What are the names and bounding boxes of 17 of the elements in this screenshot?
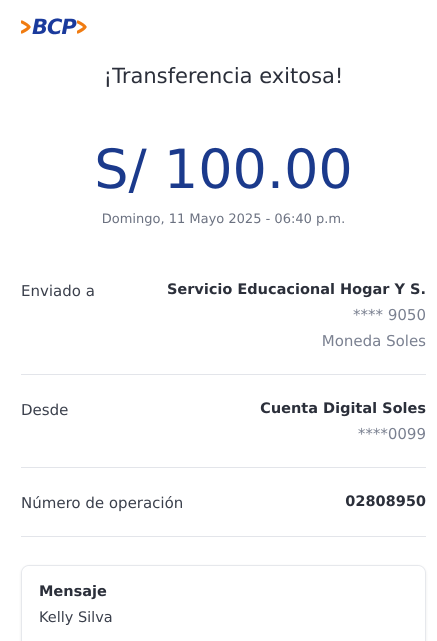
detail-label: Desde [21,401,68,421]
detail-value: 02808950 [345,494,426,510]
chevron-icon [21,20,31,34]
detail-label: Enviado a [21,282,95,302]
detail-value: Servicio Educacional Hogar Y S. [166,282,426,298]
detail-subvalue: Moneda Soles [322,332,426,350]
detail-subvalue: ****0099 [358,425,426,443]
detail-subvalue: **** 9050 [353,306,426,324]
date-text: Domingo, 11 Mayo 2025 - 06:40 p.m. [100,212,346,227]
message-title: Mensaje [39,584,108,600]
detail-label: Número de operación [21,494,184,512]
detail-value: Cuenta Digital Soles [260,401,426,417]
chevron-icon [76,20,87,34]
success-title: ¡Transferencia exitosa! [102,64,344,88]
message-text: Kelly Silva [39,610,114,626]
logo: BCP [32,15,76,39]
amount: S/ 100.00 [93,138,354,202]
